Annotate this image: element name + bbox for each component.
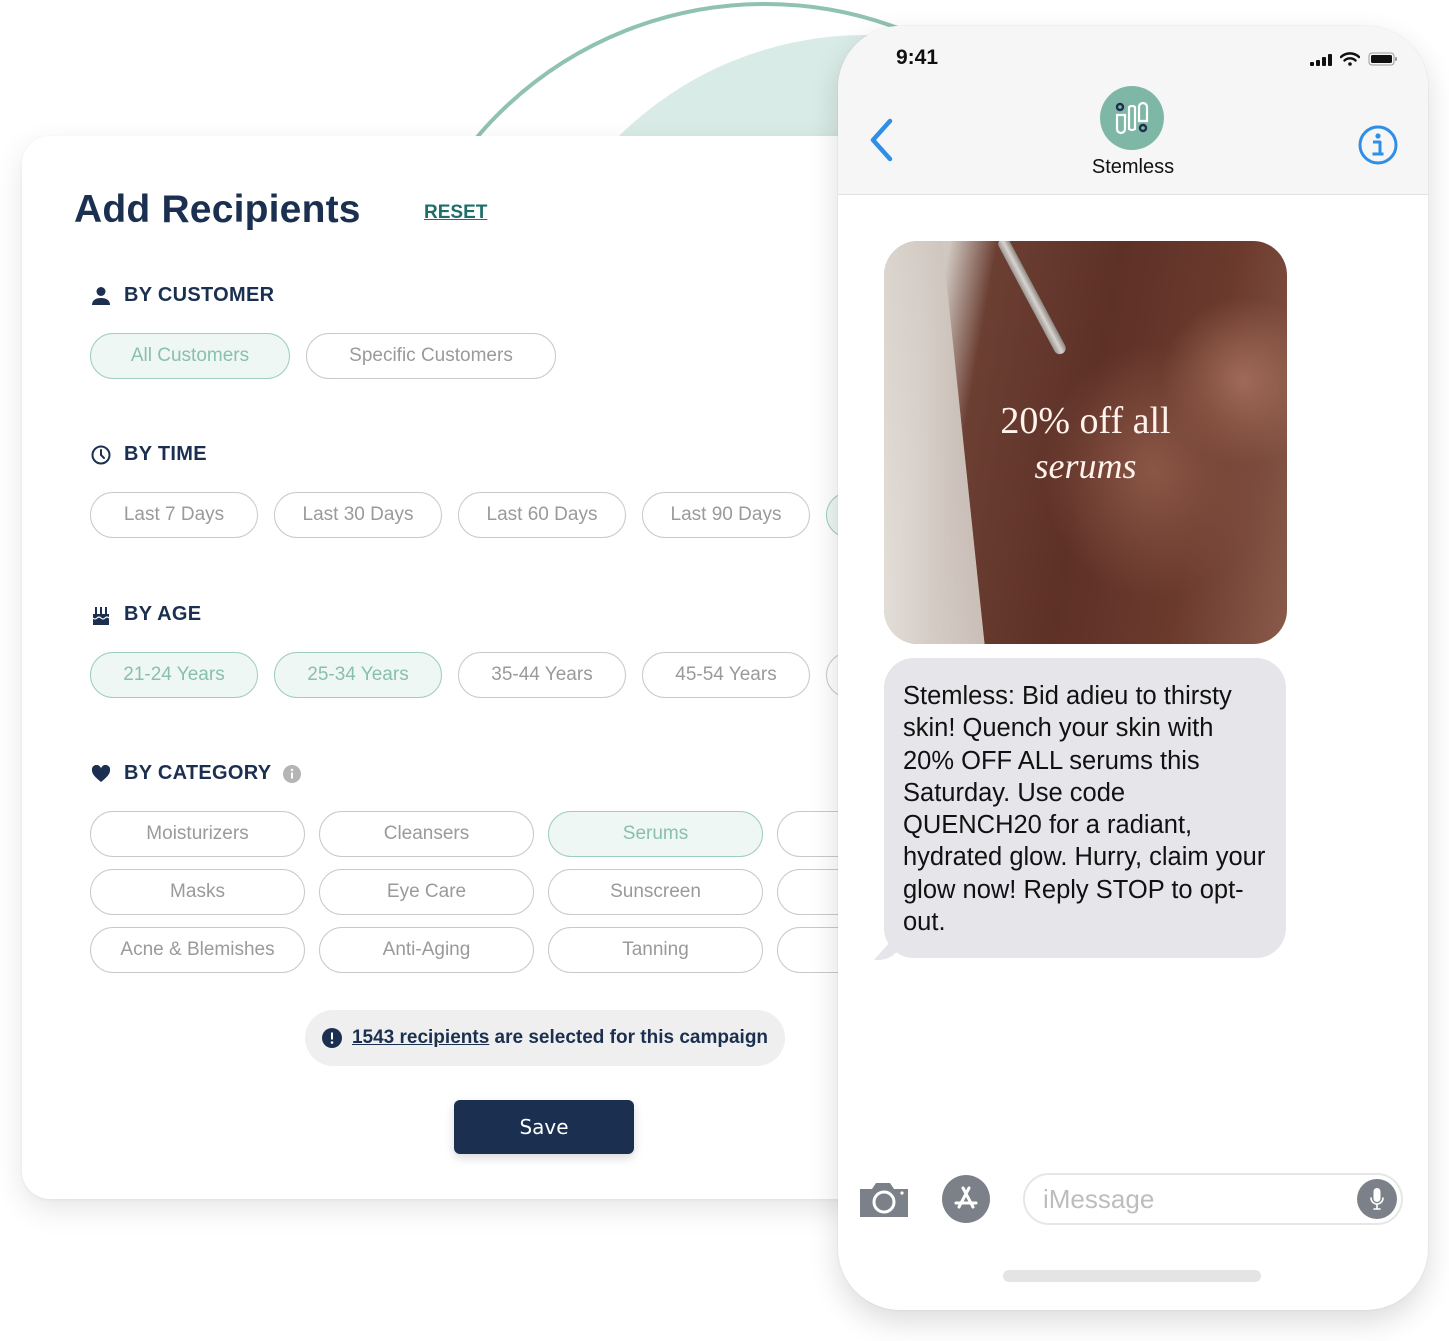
section-by-customer: BY CUSTOMER: [90, 284, 274, 307]
chip-sunscreen[interactable]: Sunscreen: [548, 869, 763, 915]
chip-masks[interactable]: Masks: [90, 869, 305, 915]
reset-link[interactable]: RESET: [424, 202, 487, 224]
time-options: Last 7 Days Last 30 Days Last 60 Days La…: [90, 492, 902, 538]
chip-serums[interactable]: Serums: [548, 811, 763, 857]
info-icon[interactable]: [283, 764, 302, 783]
section-by-category: BY CATEGORY: [90, 762, 302, 785]
chip-35-44-years[interactable]: 35-44 Years: [458, 652, 626, 698]
age-options: 21-24 Years 25-34 Years 35-44 Years 45-5…: [90, 652, 902, 698]
imessage-placeholder: iMessage: [1043, 1183, 1155, 1214]
chip-last-7-days[interactable]: Last 7 Days: [90, 492, 258, 538]
recipient-summary: 1543 recipients are selected for this ca…: [305, 1010, 785, 1066]
phone-preview: 9:41 Stemless 20% off all serums Stemles…: [838, 26, 1428, 1310]
heart-icon: [90, 763, 112, 785]
page-title: Add Recipients: [74, 188, 361, 231]
message-bubble: Stemless: Bid adieu to thirsty skin! Que…: [884, 658, 1286, 958]
chip-acne-blemishes[interactable]: Acne & Blemishes: [90, 927, 305, 973]
promo-image[interactable]: 20% off all serums: [884, 241, 1287, 644]
chip-21-24-years[interactable]: 21-24 Years: [90, 652, 258, 698]
stemless-logo-icon: [1115, 101, 1149, 135]
chip-anti-aging[interactable]: Anti-Aging: [319, 927, 534, 973]
person-icon: [90, 285, 112, 307]
info-icon[interactable]: [1358, 125, 1398, 170]
imessage-input[interactable]: iMessage: [1023, 1173, 1403, 1225]
promo-image-dropper: [996, 241, 1068, 357]
section-by-time: BY TIME: [90, 443, 207, 466]
chip-moisturizers[interactable]: Moisturizers: [90, 811, 305, 857]
chip-45-54-years[interactable]: 45-54 Years: [642, 652, 810, 698]
clock-icon: [90, 444, 112, 466]
battery-icon: [1368, 52, 1398, 71]
app-store-icon[interactable]: [942, 1175, 990, 1223]
add-recipients-card: Add Recipients RESET BY CUSTOMER All Cus…: [22, 136, 902, 1199]
alert-icon: [321, 1028, 342, 1048]
chip-last-30-days[interactable]: Last 30 Days: [274, 492, 442, 538]
birthday-cake-icon: [90, 604, 112, 626]
home-indicator[interactable]: [1003, 1270, 1261, 1282]
status-time: 9:41: [896, 46, 939, 69]
section-heading: BY AGE: [124, 603, 202, 625]
compose-bar: iMessage: [838, 1173, 1428, 1229]
promo-image-text: 20% off all serums: [884, 399, 1287, 487]
section-heading: BY CATEGORY: [124, 762, 272, 784]
status-icons: [1310, 52, 1398, 71]
chip-25-34-years[interactable]: 25-34 Years: [274, 652, 442, 698]
recipient-count-link[interactable]: 1543 recipients: [352, 1027, 489, 1048]
contact-avatar[interactable]: [1100, 86, 1164, 150]
promo-line-2: serums: [1034, 446, 1137, 486]
section-heading: BY TIME: [124, 443, 207, 465]
promo-line-1: 20% off all: [1000, 400, 1171, 442]
wifi-icon: [1339, 52, 1361, 71]
contact-name: Stemless: [1091, 156, 1175, 178]
signal-icon: [1310, 53, 1332, 71]
chip-last-90-days[interactable]: Last 90 Days: [642, 492, 810, 538]
camera-icon[interactable]: [858, 1179, 910, 1224]
chip-eye-care[interactable]: Eye Care: [319, 869, 534, 915]
summary-text: are selected for this campaign: [494, 1027, 769, 1048]
chip-last-60-days[interactable]: Last 60 Days: [458, 492, 626, 538]
section-heading: BY CUSTOMER: [124, 284, 275, 306]
category-options: Moisturizers Cleansers Serums Masks Eye …: [90, 811, 902, 973]
chip-all-customers[interactable]: All Customers: [90, 333, 290, 379]
chip-cleansers[interactable]: Cleansers: [319, 811, 534, 857]
chip-specific-customers[interactable]: Specific Customers: [306, 333, 556, 379]
customer-options: All Customers Specific Customers: [90, 333, 556, 379]
section-by-age: BY AGE: [90, 603, 201, 626]
microphone-icon[interactable]: [1357, 1179, 1397, 1219]
chip-tanning[interactable]: Tanning: [548, 927, 763, 973]
save-button[interactable]: Save: [454, 1100, 634, 1154]
